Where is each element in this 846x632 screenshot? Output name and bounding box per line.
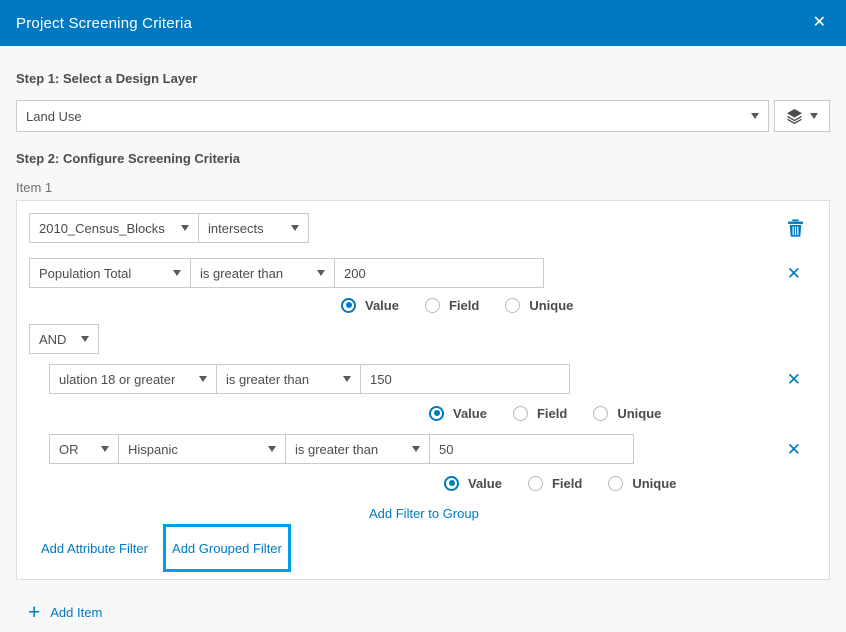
filter-3-value-input[interactable]: [429, 434, 634, 464]
radio-selected-icon: [341, 298, 356, 313]
filter-3-field-value: Hispanic: [128, 442, 178, 457]
chevron-down-icon: [412, 446, 420, 452]
item-1-label: Item 1: [16, 180, 830, 195]
chevron-down-icon: [81, 336, 89, 342]
filter-1-value-input[interactable]: [334, 258, 544, 288]
remove-filter-1-icon[interactable]: ✕: [787, 265, 801, 282]
item-1-panel: 2010_Census_Blocks intersects: [16, 200, 830, 580]
dialog-content: Step 1: Select a Design Layer Land Use S…: [0, 71, 846, 623]
layer-options-button[interactable]: [774, 100, 830, 132]
filter-2-radio-value[interactable]: Value: [429, 406, 487, 421]
filter-2-radio-field[interactable]: Field: [513, 406, 567, 421]
logic-and-value: AND: [39, 332, 66, 347]
chevron-down-icon: [101, 446, 109, 452]
filter-3-radio-field[interactable]: Field: [528, 476, 582, 491]
plus-icon: +: [28, 602, 40, 623]
filter-3-operator-value: is greater than: [295, 442, 378, 457]
screening-layer-value: 2010_Census_Blocks: [39, 221, 165, 236]
chevron-down-icon: [810, 113, 818, 119]
attribute-filter-row-2: ulation 18 or greater is greater than ✕: [49, 364, 817, 394]
filter-2-radio-group: Value Field Unique: [429, 402, 817, 424]
chevron-down-icon: [199, 376, 207, 382]
radio-unselected-icon: [513, 406, 528, 421]
filter-2-field-value: ulation 18 or greater: [59, 372, 175, 387]
filter-3-operator-select[interactable]: is greater than: [285, 434, 430, 464]
filter-3-radio-group: Value Field Unique: [444, 472, 817, 494]
filter-2-operator-value: is greater than: [226, 372, 309, 387]
attribute-filter-row-1: Population Total is greater than ✕: [29, 258, 817, 288]
filter-1-field-value: Population Total: [39, 266, 131, 281]
radio-unique-label: Unique: [617, 406, 661, 421]
layers-icon: [786, 109, 803, 124]
filter-1-radio-unique[interactable]: Unique: [505, 298, 573, 313]
add-grouped-filter-highlight: Add Grouped Filter: [163, 524, 291, 572]
delete-item-button[interactable]: [788, 219, 803, 237]
filter-3-radio-value[interactable]: Value: [444, 476, 502, 491]
radio-selected-icon: [429, 406, 444, 421]
spatial-operator-value: intersects: [208, 221, 264, 236]
chevron-down-icon: [291, 225, 299, 231]
trash-icon: [788, 219, 803, 237]
design-layer-value: Land Use: [26, 109, 82, 124]
filter-1-operator-select[interactable]: is greater than: [190, 258, 335, 288]
filter-2-operator-select[interactable]: is greater than: [216, 364, 361, 394]
chevron-down-icon: [181, 225, 189, 231]
screening-layer-select[interactable]: 2010_Census_Blocks: [29, 213, 199, 243]
add-grouped-filter-link[interactable]: Add Grouped Filter: [172, 541, 282, 556]
chevron-down-icon: [317, 270, 325, 276]
filter-1-radio-value[interactable]: Value: [341, 298, 399, 313]
filter-actions-row: Add Attribute Filter Add Grouped Filter: [29, 523, 817, 573]
add-item-label: Add Item: [50, 605, 102, 620]
filter-1-radio-group: Value Field Unique: [341, 294, 817, 316]
dialog-header: Project Screening Criteria ✕: [0, 0, 846, 46]
step2-label: Step 2: Configure Screening Criteria: [16, 151, 830, 166]
close-icon[interactable]: ✕: [809, 11, 830, 35]
chevron-down-icon: [751, 113, 759, 119]
radio-unique-label: Unique: [529, 298, 573, 313]
logic-or-select[interactable]: OR: [49, 434, 119, 464]
logic-or-value: OR: [59, 442, 79, 457]
filter-3-radio-unique[interactable]: Unique: [608, 476, 676, 491]
radio-unique-label: Unique: [632, 476, 676, 491]
design-layer-row: Land Use: [16, 100, 830, 132]
add-attribute-filter-link[interactable]: Add Attribute Filter: [41, 541, 148, 556]
filter-1-operator-value: is greater than: [200, 266, 283, 281]
radio-field-label: Field: [449, 298, 479, 313]
chevron-down-icon: [173, 270, 181, 276]
radio-value-label: Value: [468, 476, 502, 491]
radio-unselected-icon: [608, 476, 623, 491]
remove-filter-2-icon[interactable]: ✕: [787, 371, 801, 388]
remove-filter-3-icon[interactable]: ✕: [787, 441, 801, 458]
dialog-title: Project Screening Criteria: [16, 15, 192, 32]
radio-unselected-icon: [528, 476, 543, 491]
filter-1-radio-field[interactable]: Field: [425, 298, 479, 313]
filter-2-value-input[interactable]: [360, 364, 570, 394]
radio-unselected-icon: [425, 298, 440, 313]
logic-operator-row: AND: [29, 324, 817, 354]
logic-and-select[interactable]: AND: [29, 324, 99, 354]
project-screening-dialog: Project Screening Criteria ✕ Step 1: Sel…: [0, 0, 846, 632]
spatial-filter-row: 2010_Census_Blocks intersects: [29, 213, 817, 243]
radio-unselected-icon: [593, 406, 608, 421]
spatial-operator-select[interactable]: intersects: [198, 213, 309, 243]
add-item-button[interactable]: + Add Item: [28, 602, 830, 623]
attribute-filter-row-3: OR Hispanic is greater than ✕: [49, 434, 817, 464]
filter-3-field-select[interactable]: Hispanic: [118, 434, 286, 464]
radio-field-label: Field: [537, 406, 567, 421]
filter-2-field-select[interactable]: ulation 18 or greater: [49, 364, 217, 394]
design-layer-select[interactable]: Land Use: [16, 100, 769, 132]
radio-field-label: Field: [552, 476, 582, 491]
radio-value-label: Value: [453, 406, 487, 421]
radio-value-label: Value: [365, 298, 399, 313]
radio-unselected-icon: [505, 298, 520, 313]
add-filter-to-group-link[interactable]: Add Filter to Group: [369, 506, 479, 521]
filter-2-radio-unique[interactable]: Unique: [593, 406, 661, 421]
chevron-down-icon: [343, 376, 351, 382]
step1-label: Step 1: Select a Design Layer: [16, 71, 830, 86]
chevron-down-icon: [268, 446, 276, 452]
filter-1-field-select[interactable]: Population Total: [29, 258, 191, 288]
radio-selected-icon: [444, 476, 459, 491]
